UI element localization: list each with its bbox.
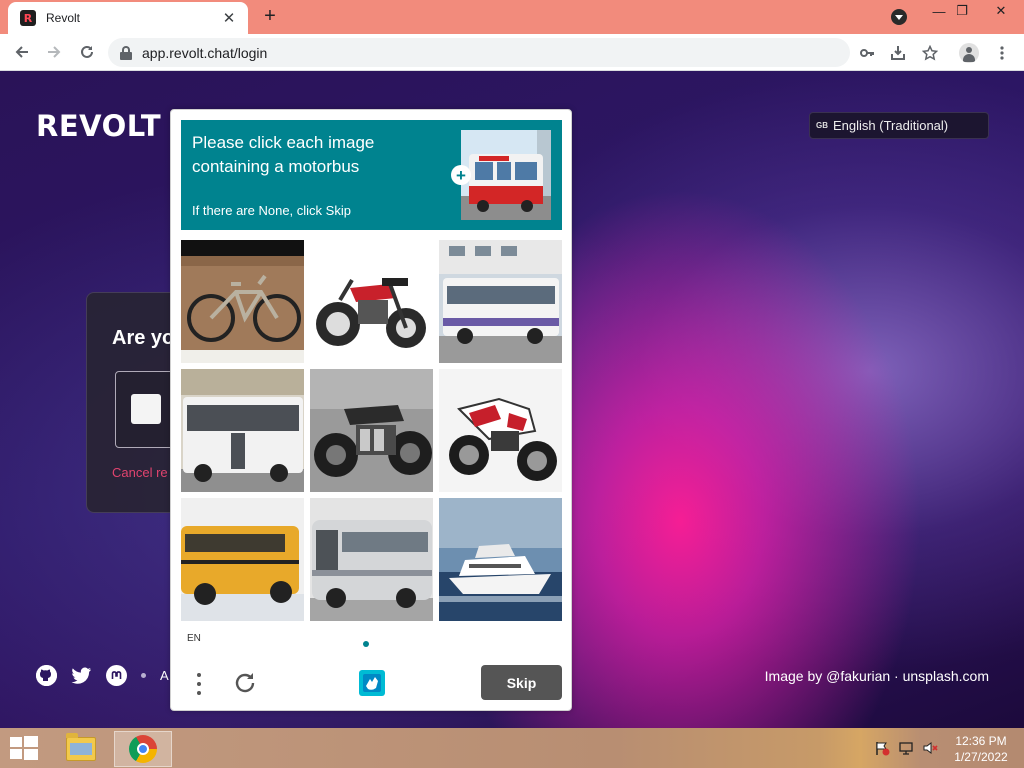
example-image-bus[interactable]	[461, 130, 551, 220]
browser-toolbar: app.revolt.chat/login	[0, 34, 1024, 71]
image-tile-3[interactable]	[439, 240, 562, 363]
chrome-icon[interactable]	[114, 731, 172, 767]
file-explorer-icon[interactable]	[58, 731, 104, 767]
footer-links: A	[36, 665, 169, 686]
challenge-header: Please click each image containing a mot…	[181, 120, 562, 230]
zoom-plus-icon[interactable]: +	[451, 165, 471, 185]
image-tile-6[interactable]	[439, 369, 562, 492]
image-tile-1[interactable]	[181, 240, 304, 363]
page-indicator	[363, 641, 369, 647]
skip-button[interactable]: Skip	[481, 665, 562, 700]
menu-icon[interactable]	[196, 673, 202, 695]
image-tile-4[interactable]	[181, 369, 304, 492]
new-tab-button[interactable]: +	[258, 5, 282, 29]
star-icon[interactable]	[919, 42, 941, 64]
lock-icon[interactable]	[120, 45, 132, 60]
address-bar[interactable]: app.revolt.chat/login	[108, 38, 850, 67]
profile-icon[interactable]	[958, 42, 980, 64]
system-clock[interactable]: 12:36 PM 1/27/2022	[950, 733, 1012, 765]
github-icon[interactable]	[36, 665, 57, 686]
language-toggle[interactable]: EN	[187, 633, 201, 644]
revolt-favicon-icon: R	[20, 10, 36, 26]
footer-separator	[141, 673, 146, 678]
image-tile-7[interactable]	[181, 498, 304, 621]
windows-taskbar: 12:36 PM 1/27/2022	[0, 728, 1024, 768]
gb-flag-icon: GB	[816, 121, 828, 130]
key-icon[interactable]	[856, 42, 878, 64]
forward-icon[interactable]	[41, 40, 67, 64]
close-window-button[interactable]: ✕	[978, 0, 1024, 22]
challenge-prompt: Please click each image containing a mot…	[192, 133, 375, 176]
image-tile-8[interactable]	[310, 498, 433, 621]
language-select[interactable]: GB English (Traditional)	[809, 112, 989, 139]
footer-link-text[interactable]: A	[160, 668, 169, 683]
image-credit[interactable]: Image by @fakurian · unsplash.com	[765, 668, 989, 684]
browser-tab[interactable]: R Revolt ✕	[8, 2, 248, 34]
hcaptcha-logo-icon[interactable]	[355, 666, 389, 700]
network-icon[interactable]	[898, 740, 914, 756]
windows-start-icon[interactable]	[10, 736, 38, 761]
challenge-hint: If there are None, click Skip	[192, 203, 351, 218]
image-tile-9[interactable]	[439, 498, 562, 621]
action-center-flag-icon[interactable]	[874, 740, 890, 756]
cancel-link[interactable]: Cancel re	[112, 465, 168, 480]
hcaptcha-challenge: Please click each image containing a mot…	[170, 109, 572, 711]
refresh-icon[interactable]	[232, 670, 258, 696]
tab-search-icon[interactable]	[891, 9, 907, 25]
tab-title: Revolt	[46, 11, 81, 25]
tab-strip: R Revolt ✕ + — ❐ ✕	[0, 0, 1024, 34]
install-icon[interactable]	[887, 42, 909, 64]
revolt-logo: REVOLT	[36, 109, 162, 143]
captcha-checkbox[interactable]	[131, 394, 161, 424]
back-icon[interactable]	[9, 40, 35, 64]
image-tile-2[interactable]	[310, 240, 433, 363]
url-text[interactable]: app.revolt.chat/login	[142, 45, 267, 61]
language-label: English (Traditional)	[833, 118, 949, 133]
image-tile-5[interactable]	[310, 369, 433, 492]
clock-date: 1/27/2022	[954, 750, 1008, 764]
image-grid	[181, 240, 562, 621]
restore-button[interactable]: ❐	[946, 0, 978, 22]
card-heading: Are yo	[112, 327, 175, 349]
tab-close-icon[interactable]: ✕	[220, 9, 238, 27]
reload-icon[interactable]	[74, 40, 100, 64]
volume-muted-icon[interactable]	[922, 740, 938, 756]
menu-icon[interactable]	[991, 42, 1013, 64]
clock-time: 12:36 PM	[955, 734, 1007, 748]
mastodon-icon[interactable]	[106, 665, 127, 686]
twitter-icon[interactable]	[71, 665, 92, 686]
